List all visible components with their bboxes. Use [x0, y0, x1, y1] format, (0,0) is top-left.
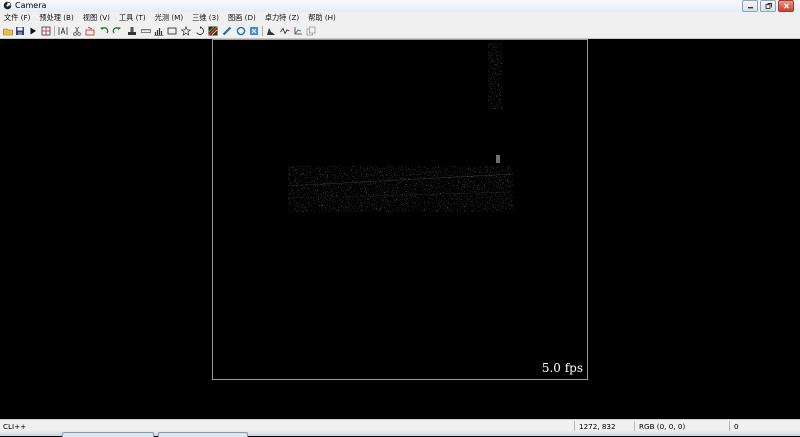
- axes-icon: [294, 27, 302, 35]
- undo-icon: [100, 27, 109, 34]
- circle-icon: [236, 26, 246, 36]
- open-folder-icon: [3, 28, 13, 36]
- scissors-button[interactable]: [72, 26, 82, 36]
- waveform-button[interactable]: [280, 26, 290, 36]
- menu-view[interactable]: 视图 (V): [79, 13, 115, 23]
- menu-help[interactable]: 帮助 (H): [304, 13, 341, 23]
- cut-button[interactable]: [85, 26, 95, 36]
- line-tool-icon: [222, 26, 232, 36]
- grid-button[interactable]: [41, 26, 51, 36]
- menu-zhuolite[interactable]: 卓力特 (Z): [261, 13, 304, 23]
- cut-icon: [85, 26, 95, 36]
- taskbar-button[interactable]: [158, 432, 248, 437]
- menu-tools[interactable]: 工具 (T): [115, 13, 151, 23]
- axes-button[interactable]: [293, 26, 303, 36]
- histogram-icon: [267, 28, 275, 35]
- histogram-bars-button[interactable]: [154, 26, 164, 36]
- play-button[interactable]: [28, 26, 38, 36]
- status-coordinates: 1272, 832: [579, 422, 616, 431]
- minimize-icon: [747, 7, 753, 9]
- close-button[interactable]: [778, 0, 794, 12]
- circle-button[interactable]: [236, 26, 246, 36]
- menu-file[interactable]: 文件 (F): [0, 13, 35, 23]
- copy-button[interactable]: [306, 26, 316, 36]
- waveform-icon: [280, 27, 290, 35]
- color-pattern-icon: [208, 26, 218, 36]
- menu-3d[interactable]: 三维 (3): [188, 13, 224, 23]
- star-icon: [181, 26, 191, 36]
- status-mode: CLI++: [3, 422, 27, 431]
- crop-button[interactable]: [249, 26, 259, 36]
- restore-icon: [765, 3, 772, 9]
- line-tool-button[interactable]: [222, 26, 232, 36]
- rotate-icon: [196, 26, 204, 35]
- camera-app-icon: [3, 1, 12, 10]
- restore-button[interactable]: [760, 0, 776, 12]
- camera-view[interactable]: 5.0 fps: [212, 39, 588, 380]
- status-rgb: RGB (0, 0, 0): [639, 422, 686, 431]
- ruler-icon: [141, 29, 151, 33]
- copy-icon: [306, 26, 316, 36]
- stamp-icon: [128, 27, 136, 35]
- text-measure-button[interactable]: [58, 26, 68, 36]
- camera-image: [243, 43, 543, 212]
- undo-button[interactable]: [99, 26, 109, 36]
- menu-preprocess[interactable]: 预处理 (B): [35, 13, 78, 23]
- rectangle-icon: [167, 27, 177, 35]
- fps-label: 5.0 fps: [541, 361, 583, 375]
- menu-drawing[interactable]: 图画 (D): [224, 13, 261, 23]
- ruler-button[interactable]: [141, 26, 151, 36]
- menu-optical-measure[interactable]: 光测 (M): [151, 13, 188, 23]
- minimize-button[interactable]: [742, 0, 758, 12]
- window-title: Camera: [15, 1, 47, 10]
- taskbar: [0, 431, 800, 437]
- open-folder-button[interactable]: [3, 26, 13, 36]
- save-icon: [16, 27, 24, 35]
- histogram-button[interactable]: [266, 26, 276, 36]
- grid-icon: [41, 26, 51, 36]
- menu-bar: 文件 (F) 预处理 (B) 视图 (V) 工具 (T) 光测 (M) 三维 (…: [0, 12, 800, 24]
- status-value: 0: [734, 422, 739, 431]
- redo-button[interactable]: [112, 26, 122, 36]
- histogram-bars-icon: [154, 28, 164, 36]
- color-pattern-button[interactable]: [208, 26, 218, 36]
- redo-icon: [112, 27, 121, 34]
- text-measure-icon: [58, 26, 68, 35]
- crop-icon: [250, 27, 258, 35]
- toolbar: [0, 24, 800, 39]
- star-button[interactable]: [181, 26, 191, 36]
- save-button[interactable]: [15, 26, 25, 36]
- taskbar-button[interactable]: [62, 432, 154, 437]
- close-icon: [783, 3, 789, 9]
- rotate-button[interactable]: [195, 26, 205, 36]
- rectangle-button[interactable]: [167, 26, 177, 36]
- scissors-icon: [73, 26, 81, 36]
- stamp-button[interactable]: [127, 26, 137, 36]
- play-icon: [30, 27, 36, 35]
